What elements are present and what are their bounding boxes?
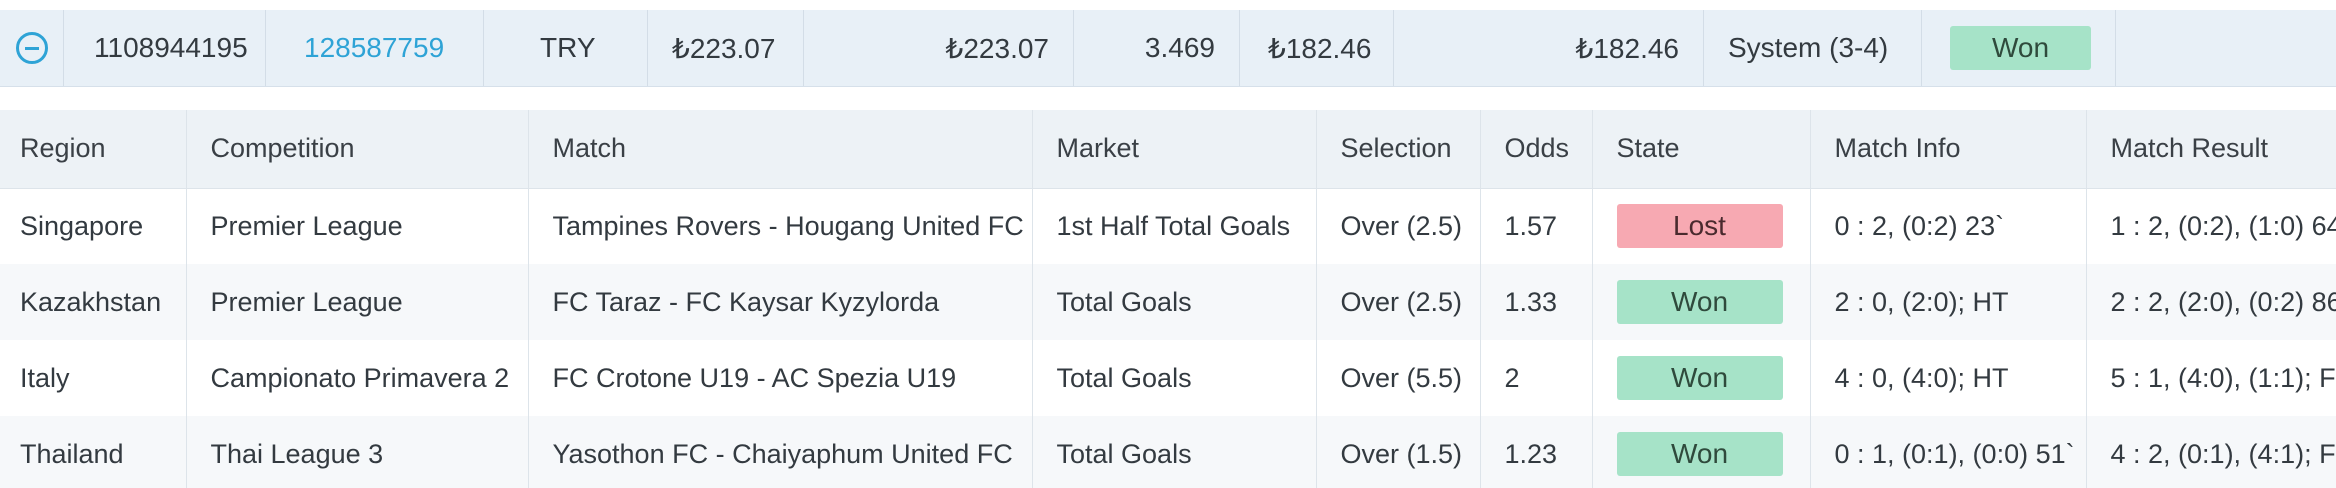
user-id-text[interactable]: 128587759 [304, 32, 444, 64]
table-row[interactable]: Kazakhstan Premier League FC Taraz - FC … [0, 264, 2336, 340]
cell-odds: 2 [1480, 340, 1593, 416]
cell-state: Lost [1592, 188, 1811, 264]
cell-competition: Campionato Primavera 2 [186, 340, 529, 416]
cell-region: Singapore [0, 188, 187, 264]
table-row[interactable]: Singapore Premier League Tampines Rovers… [0, 188, 2336, 264]
bet-details-page: 1108944195 128587759 TRY ₺223.07 ₺223.07… [0, 0, 2336, 488]
cell-region: Thailand [0, 416, 187, 488]
user-id-link[interactable]: 128587759 [266, 10, 484, 86]
currency: TRY [484, 10, 648, 86]
cell-match-info: 2 : 0, (2:0); HT [1810, 264, 2087, 340]
table-row[interactable]: Italy Campionato Primavera 2 FC Crotone … [0, 340, 2336, 416]
bet-summary-row[interactable]: 1108944195 128587759 TRY ₺223.07 ₺223.07… [0, 10, 2336, 87]
state-badge-lost: Lost [1616, 204, 1783, 249]
status-cell: Won [1922, 10, 2116, 86]
cell-market: Total Goals [1032, 264, 1317, 340]
header-competition[interactable]: Competition [186, 110, 529, 189]
state-badge-won: Won [1616, 432, 1783, 476]
cell-state: Won [1592, 340, 1811, 416]
cell-match-result: 2 : 2, (2:0), (0:2) 86` [2086, 264, 2336, 340]
collapse-cell[interactable] [0, 10, 64, 86]
cell-match: Yasothon FC - Chaiyaphum United FC [528, 416, 1033, 488]
cell-region: Italy [0, 340, 187, 416]
cell-competition: Premier League [186, 188, 529, 264]
cell-selection: Over (2.5) [1316, 188, 1481, 264]
cell-market: 1st Half Total Goals [1032, 188, 1317, 264]
cell-match-result: 4 : 2, (0:1), (4:1); FT [2086, 416, 2336, 488]
summary-empty-cell [2116, 10, 2336, 86]
cell-match: FC Crotone U19 - AC Spezia U19 [528, 340, 1033, 416]
cell-match: FC Taraz - FC Kaysar Kyzylorda [528, 264, 1033, 340]
cell-match: Tampines Rovers - Hougang United FC [528, 188, 1033, 264]
cell-market: Total Goals [1032, 340, 1317, 416]
header-match-result[interactable]: Match Result [2086, 110, 2336, 189]
table-row[interactable]: Thailand Thai League 3 Yasothon FC - Cha… [0, 416, 2336, 488]
header-odds[interactable]: Odds [1480, 110, 1593, 189]
cell-region: Kazakhstan [0, 264, 187, 340]
table-header-row: Region Competition Match Market Selectio… [0, 110, 2336, 189]
selections-table-wrapper[interactable]: Region Competition Match Market Selectio… [0, 110, 2336, 488]
header-market[interactable]: Market [1032, 110, 1317, 189]
cell-selection: Over (5.5) [1316, 340, 1481, 416]
payout: ₺182.46 [1394, 10, 1704, 86]
bet-type: System (3-4) [1704, 10, 1922, 86]
cell-odds: 1.57 [1480, 188, 1593, 264]
cell-match-info: 0 : 1, (0:1), (0:0) 51` [1810, 416, 2087, 488]
cell-odds: 1.23 [1480, 416, 1593, 488]
bet-id: 1108944195 [64, 10, 266, 86]
cell-match-result: 1 : 2, (0:2), (1:0) 64` [2086, 188, 2336, 264]
header-state[interactable]: State [1592, 110, 1811, 189]
cell-state: Won [1592, 264, 1811, 340]
cell-selection: Over (1.5) [1316, 416, 1481, 488]
selections-table: Region Competition Match Market Selectio… [0, 110, 2336, 488]
stake: ₺223.07 [648, 10, 804, 86]
stake-secondary: ₺223.07 [804, 10, 1074, 86]
header-match[interactable]: Match [528, 110, 1033, 189]
cell-selection: Over (2.5) [1316, 264, 1481, 340]
cell-state: Won [1592, 416, 1811, 488]
cell-match-info: 4 : 0, (4:0); HT [1810, 340, 2087, 416]
cell-match-info: 0 : 2, (0:2) 23` [1810, 188, 2087, 264]
cell-match-result: 5 : 1, (4:0), (1:1); FT [2086, 340, 2336, 416]
total-odds: 3.469 [1074, 10, 1240, 86]
state-badge-won: Won [1616, 280, 1783, 324]
header-match-info[interactable]: Match Info [1810, 110, 2087, 189]
cell-odds: 1.33 [1480, 264, 1593, 340]
cell-competition: Thai League 3 [186, 416, 529, 488]
cell-market: Total Goals [1032, 416, 1317, 488]
status-badge: Won [1950, 26, 2091, 70]
cell-competition: Premier League [186, 264, 529, 340]
state-badge-won: Won [1616, 356, 1783, 400]
win-amount: ₺182.46 [1240, 10, 1394, 86]
header-selection[interactable]: Selection [1316, 110, 1481, 189]
header-region[interactable]: Region [0, 110, 187, 189]
collapse-minus-icon[interactable] [15, 32, 48, 64]
